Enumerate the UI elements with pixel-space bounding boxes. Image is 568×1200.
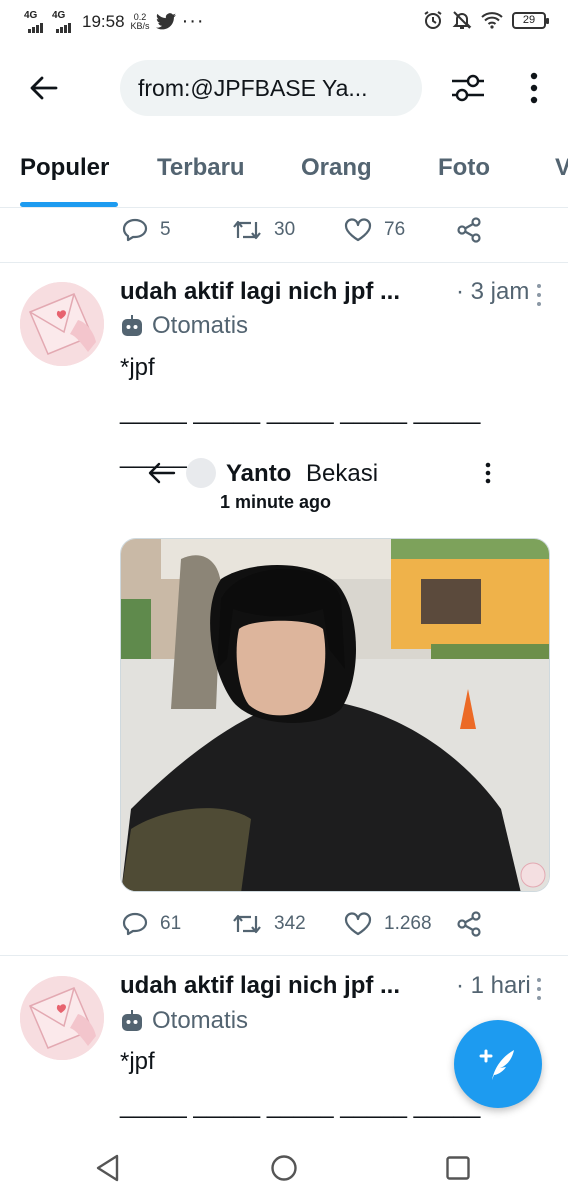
reply-icon xyxy=(122,218,148,242)
quote-timestamp: 1 minute ago xyxy=(220,492,332,512)
heart-icon xyxy=(344,912,372,936)
triangle-back-icon xyxy=(96,1154,119,1182)
signal-icon: 4G xyxy=(24,9,46,33)
automated-badge: Otomatis xyxy=(120,310,420,342)
notifications-off-icon xyxy=(452,11,472,29)
nav-home-button[interactable] xyxy=(264,1148,304,1188)
network-speed: 0.2 KB/s xyxy=(130,11,150,31)
circle-home-icon xyxy=(271,1155,297,1181)
tweet-timestamp[interactable]: · 3 jam xyxy=(456,278,529,306)
retweet-count: 30 xyxy=(274,219,296,240)
more-dots-icon: ··· xyxy=(181,10,205,32)
back-button[interactable] xyxy=(22,68,66,108)
sliders-icon xyxy=(452,74,484,102)
battery-icon: 29 xyxy=(512,11,549,29)
tweet-text-line: _____ _____ _____ _____ _____ xyxy=(120,398,481,425)
automated-badge: Otomatis xyxy=(120,1005,420,1037)
tweet-author-name[interactable]: udah aktif lagi nich jpf ... xyxy=(120,972,400,1000)
reply-count: 61 xyxy=(160,913,182,934)
tab-video[interactable]: V xyxy=(555,154,568,182)
robot-icon xyxy=(122,1010,142,1031)
tab-terbaru[interactable]: Terbaru xyxy=(157,154,245,182)
heart-icon xyxy=(344,218,372,242)
retweet-icon xyxy=(233,220,261,240)
envelope-illustration-icon xyxy=(20,282,104,366)
reply-context: Yanto Bekasi xyxy=(148,456,508,492)
share-icon xyxy=(457,911,481,937)
share-button[interactable] xyxy=(456,904,482,944)
arrow-left-icon xyxy=(30,76,58,100)
quote-author-suffix: Bekasi xyxy=(306,460,379,487)
tweet-author-name[interactable]: udah aktif lagi nich jpf ... xyxy=(120,278,400,306)
overflow-menu-button[interactable] xyxy=(516,68,552,108)
network-type-1: 4G xyxy=(24,9,38,21)
wifi-icon xyxy=(481,12,503,29)
tweet-text-line: *jpf xyxy=(120,354,155,381)
retweet-button[interactable]: 342 xyxy=(232,904,306,944)
search-header: from:@JPFBASE Ya... xyxy=(0,56,568,120)
clock: 19:58 xyxy=(82,11,125,31)
share-button[interactable] xyxy=(456,210,482,250)
photo-image xyxy=(121,539,549,891)
vertical-dots-icon xyxy=(485,462,491,484)
active-tab-indicator xyxy=(20,202,118,207)
search-input[interactable]: from:@JPFBASE Ya... xyxy=(120,60,422,116)
arrow-left-icon xyxy=(148,462,176,484)
tab-populer[interactable]: Populer xyxy=(20,154,109,182)
share-icon xyxy=(457,217,481,243)
search-filters-button[interactable] xyxy=(446,68,490,108)
like-button[interactable]: 1.268 xyxy=(344,904,432,944)
vertical-dots-icon xyxy=(530,72,538,104)
reply-icon xyxy=(122,912,148,936)
tweet-actions: 61 342 1.268 xyxy=(120,904,560,944)
like-count: 1.268 xyxy=(384,913,432,934)
nav-recents-button[interactable] xyxy=(438,1148,478,1188)
like-button[interactable]: 76 xyxy=(344,210,405,250)
tweet-menu-icon[interactable] xyxy=(534,974,544,1004)
alarm-icon xyxy=(424,11,442,29)
avatar[interactable] xyxy=(20,976,104,1060)
tab-foto[interactable]: Foto xyxy=(438,154,490,182)
quote-avatar xyxy=(186,458,216,488)
reply-button[interactable]: 61 xyxy=(122,904,181,944)
divider xyxy=(0,262,568,263)
system-navigation-bar xyxy=(0,1132,568,1200)
compose-tweet-button[interactable] xyxy=(454,1020,542,1108)
twitter-icon xyxy=(155,13,176,30)
tab-orang[interactable]: Orang xyxy=(301,154,372,182)
automated-label: Otomatis xyxy=(152,1007,249,1034)
reply-button[interactable]: 5 xyxy=(122,210,171,250)
quote-author-name: Yanto xyxy=(226,460,292,487)
envelope-illustration-icon xyxy=(20,976,104,1060)
automated-label: Otomatis xyxy=(152,312,249,339)
nav-back-button[interactable] xyxy=(88,1148,128,1188)
robot-icon xyxy=(122,315,142,336)
retweet-button[interactable]: 30 xyxy=(232,210,295,250)
retweet-icon xyxy=(233,914,261,934)
tweet-timestamp[interactable]: · 1 hari xyxy=(456,972,531,1000)
avatar[interactable] xyxy=(20,282,104,366)
tweet-photo[interactable] xyxy=(120,538,550,892)
compose-feather-icon xyxy=(479,1049,514,1080)
network-type-2: 4G xyxy=(52,9,66,21)
like-count: 76 xyxy=(384,219,406,240)
search-tabs: Populer Terbaru Orang Foto V xyxy=(0,140,568,208)
signal-icon: 4G xyxy=(52,9,74,33)
reply-count: 5 xyxy=(160,219,171,240)
square-recents-icon xyxy=(446,1156,470,1180)
retweet-count: 342 xyxy=(274,913,306,934)
search-query: from:@JPFBASE Ya... xyxy=(138,74,368,101)
tweet-menu-icon[interactable] xyxy=(534,280,544,310)
status-bar: 4G 4G 19:58 0.2 KB/s ··· 29 xyxy=(0,0,568,44)
divider xyxy=(0,955,568,956)
tweet-actions: 5 30 76 xyxy=(120,210,560,250)
